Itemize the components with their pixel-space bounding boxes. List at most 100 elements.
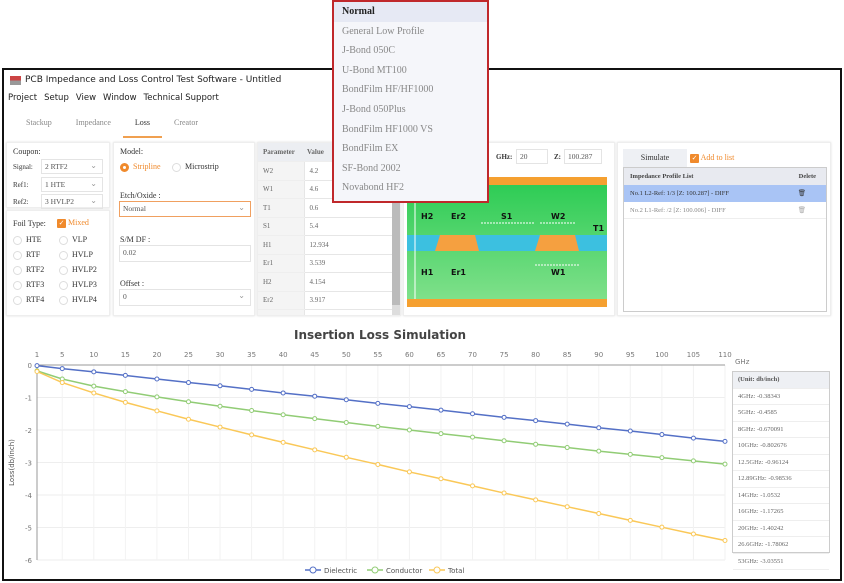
foil-radio-hvlp[interactable]: HVLP — [59, 250, 93, 260]
stripline-radio[interactable]: Stripline — [120, 162, 161, 172]
radio-icon — [13, 295, 22, 305]
legend-conductor-marker — [371, 566, 379, 574]
foil-radio-hvlp4[interactable]: HVLP4 — [59, 295, 97, 305]
parameter-value-input[interactable]: 3.539 — [303, 253, 400, 273]
tooltip-row: 53GHz: -3.03551 — [733, 554, 829, 570]
parameter-row: H1 12.934 — [258, 235, 400, 255]
conductor-point — [722, 461, 728, 467]
total-point — [217, 424, 223, 430]
conductor-point — [596, 448, 602, 454]
signal-select[interactable]: 2 RTF2 ⌄ — [41, 159, 103, 174]
total-point — [249, 432, 255, 438]
radio-icon — [59, 250, 68, 260]
foil-label: RTF4 — [26, 295, 45, 304]
x-tick-label: 110 — [718, 351, 731, 359]
sm-df-input[interactable]: 0.02 — [119, 245, 251, 262]
trash-icon[interactable]: 🗑 — [798, 185, 806, 202]
trash-icon[interactable]: 🗑 — [798, 202, 806, 219]
parameter-row: Er2 3.917 — [258, 290, 400, 310]
tab-impedance[interactable]: Impedance — [64, 116, 123, 138]
profile-panel: Simulate ✓ Add to list Impedance Profile… — [617, 142, 831, 316]
x-tick-label: 75 — [500, 351, 509, 359]
ref1-select[interactable]: 1 HTE ⌄ — [41, 177, 103, 192]
mixed-checkbox[interactable]: ✓ Mixed — [57, 218, 89, 228]
parameter-name: W2 — [258, 161, 304, 181]
parameter-value-input[interactable]: 5.4 — [303, 216, 400, 236]
foil-radio-vlp[interactable]: VLP — [59, 235, 87, 245]
z-input[interactable]: 100.287 — [564, 149, 602, 164]
dropdown-option[interactable]: BondFilm HF/HF1000 — [334, 80, 487, 100]
dropdown-option[interactable]: J-Bond 050Plus — [334, 100, 487, 120]
dropdown-option[interactable]: Normal — [334, 2, 487, 22]
conductor-point — [154, 394, 160, 400]
foil-radio-hte[interactable]: HTE — [13, 235, 42, 245]
foil-radio-rtf[interactable]: RTF — [13, 250, 40, 260]
foil-radio-hvlp2[interactable]: HVLP2 — [59, 265, 97, 275]
simulate-button[interactable]: Simulate — [623, 149, 687, 167]
x-tick-label: 25 — [184, 351, 193, 359]
tab-loss[interactable]: Loss — [122, 116, 162, 138]
dropdown-option[interactable]: J-Bond 050C — [334, 41, 487, 61]
dielectric-point — [249, 386, 255, 392]
menu-project[interactable]: Project — [8, 93, 37, 103]
total-point — [280, 439, 286, 445]
menu-technical-support[interactable]: Technical Support — [144, 93, 219, 103]
menu-window[interactable]: Window — [103, 93, 137, 103]
foil-radio-rtf2[interactable]: RTF2 — [13, 265, 44, 275]
profile-list-item[interactable]: No.2 L1-Ref: /2 [Z: 100.006] - DIFF 🗑 — [624, 202, 826, 219]
dielectric-point — [91, 369, 97, 375]
conductor-line — [36, 370, 726, 465]
add-to-list-checkbox[interactable]: ✓ Add to list — [690, 153, 734, 163]
h1-label: H1 — [421, 268, 434, 277]
parameter-value-input[interactable]: 2.528 — [303, 309, 400, 315]
conductor-point — [406, 427, 412, 433]
dropdown-option[interactable]: BondFilm HF1000 VS — [334, 120, 487, 140]
tooltip-row: 10GHz: -0.802676 — [733, 438, 829, 455]
conductor-point — [627, 451, 633, 457]
chart-tooltip: (Unit: db/inch) 4GHz: -0.38343 5GHz: -0.4… — [732, 371, 830, 570]
etch-oxide-select[interactable]: Normal ⌄ — [119, 201, 251, 217]
foil-label: HTE — [26, 235, 42, 244]
model-panel: Model: Stripline Microstrip Etch/Oxide :… — [113, 142, 255, 316]
foil-radio-rtf3[interactable]: RTF3 — [13, 280, 44, 290]
foil-radio-rtf4[interactable]: RTF4 — [13, 295, 44, 305]
microstrip-label: Microstrip — [185, 162, 219, 171]
parameter-name: T1 — [258, 198, 304, 218]
t1-label: T1 — [593, 224, 604, 233]
dropdown-option[interactable]: Novabond HF2 — [334, 178, 487, 198]
chevron-down-icon: ⌄ — [90, 161, 97, 170]
ghz-value: 20 — [520, 152, 528, 161]
dielectric-point — [312, 393, 318, 399]
checkbox-checked-icon: ✓ — [57, 218, 66, 228]
parameter-value-input[interactable]: 3.917 — [303, 290, 400, 310]
dropdown-option[interactable]: U-Bond MT100 — [334, 61, 487, 81]
dropdown-option[interactable]: SF-Bond 2002 — [334, 159, 487, 179]
tab-stackup[interactable]: Stackup — [14, 116, 64, 138]
parameter-value-input[interactable]: 4.154 — [303, 272, 400, 292]
microstrip-radio[interactable]: Microstrip — [172, 162, 219, 172]
tab-creator[interactable]: Creator — [162, 116, 210, 138]
z-label: Z: — [554, 153, 561, 161]
y-tick-label: -3 — [25, 460, 32, 468]
parameter-value-input[interactable]: 12.934 — [303, 235, 400, 255]
dropdown-option[interactable]: General Low Profile — [334, 22, 487, 42]
offset-select[interactable]: 0 ⌄ — [119, 289, 251, 306]
x-tick-label: 105 — [687, 351, 700, 359]
legend-total: Total — [447, 567, 464, 575]
dropdown-option[interactable]: BondFilm EX — [334, 139, 487, 159]
chevron-down-icon: ⌄ — [90, 196, 97, 205]
profile-list-item[interactable]: No.1 L2-Ref: 1/3 [Z: 100.287] - DIFF 🗑 — [624, 185, 826, 202]
ref2-select[interactable]: 3 HVLP2 ⌄ — [41, 194, 103, 209]
total-point — [533, 497, 539, 503]
foil-radio-hvlp3[interactable]: HVLP3 — [59, 280, 97, 290]
parameter-row: Resin Er2.528 — [258, 309, 400, 315]
etch-oxide-dropdown-list[interactable]: Normal General Low Profile J-Bond 050C U-Bo… — [332, 0, 489, 203]
ref1-label: Ref1: — [13, 181, 29, 189]
ref1-value: 1 HTE — [45, 180, 66, 189]
radio-icon — [59, 235, 68, 245]
ghz-input[interactable]: 20 — [516, 149, 548, 164]
menu-setup[interactable]: Setup — [44, 93, 69, 103]
total-point — [564, 504, 570, 510]
menu-view[interactable]: View — [76, 93, 96, 103]
signal-label: Signal: — [13, 163, 33, 171]
